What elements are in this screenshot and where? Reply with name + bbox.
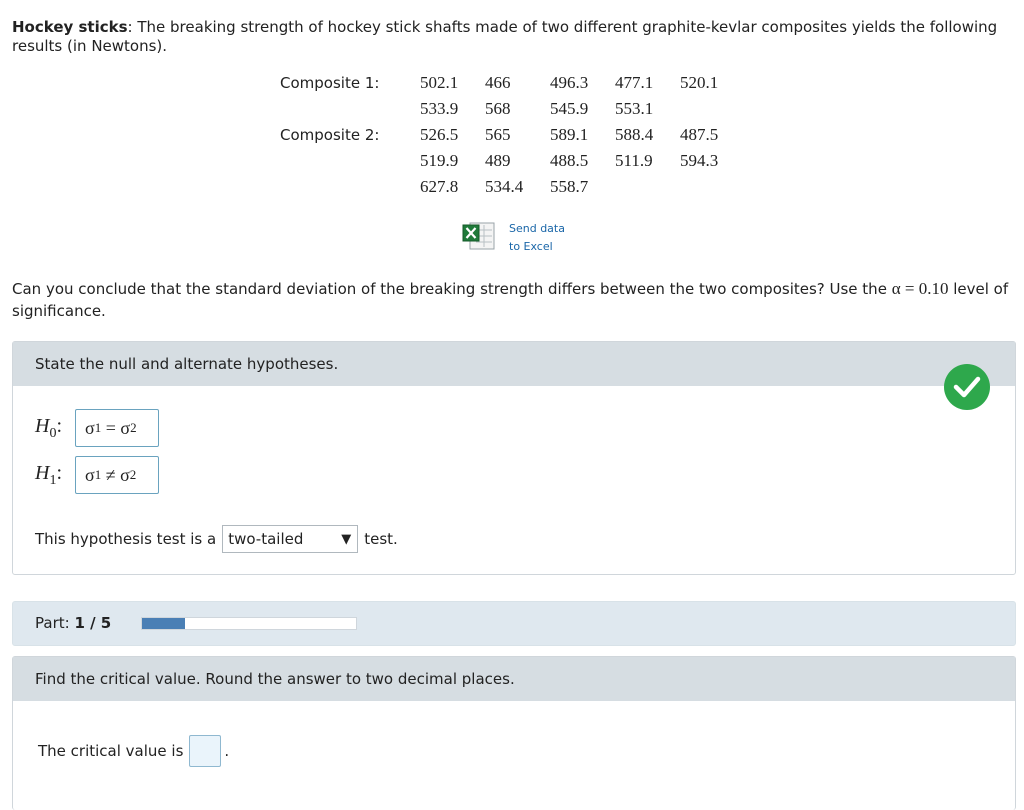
hypotheses-heading: State the null and alternate hypotheses.: [13, 342, 1015, 386]
table-cell: 487.5: [680, 125, 719, 144]
progress-bar: [141, 617, 357, 630]
part-count: 1 / 5: [74, 614, 112, 632]
test-type-select[interactable]: two-tailed ▼: [222, 525, 359, 553]
excel-link-line2[interactable]: to Excel: [509, 238, 565, 256]
table-cell: 511.9: [615, 151, 653, 170]
critical-value-heading: Find the critical value. Round the answe…: [13, 657, 1015, 701]
table-cell: 545.9: [550, 99, 589, 118]
table-cell: 466: [485, 73, 511, 92]
alpha-expression: α = 0.10: [891, 279, 949, 298]
table-cell: 496.3: [550, 73, 589, 92]
table-cell: 568: [485, 99, 511, 118]
table-cell: 627.8: [420, 177, 459, 196]
composite2-label: Composite 2:: [280, 126, 380, 144]
critical-value-period: .: [224, 742, 230, 760]
composite1-label: Composite 1:: [280, 74, 380, 92]
table-cell: 502.1: [420, 73, 459, 92]
test-type-suffix: test.: [364, 530, 398, 548]
table-cell: 558.7: [550, 177, 589, 196]
checkmark-icon: [944, 364, 990, 410]
table-cell: 520.1: [680, 73, 719, 92]
table-cell: 588.4: [615, 125, 654, 144]
send-to-excel[interactable]: Send data to Excel: [462, 220, 565, 256]
table-cell: [615, 174, 680, 200]
table-cell: 589.1: [550, 125, 589, 144]
table-row: 519.9 489 488.5 511.9 594.3: [280, 148, 745, 174]
excel-icon[interactable]: [462, 220, 496, 252]
table-cell: 489: [485, 151, 511, 170]
table-row: 533.9 568 545.9 553.1: [280, 96, 745, 122]
part-indicator: Part: 1 / 5: [35, 614, 111, 632]
hypotheses-panel: State the null and alternate hypotheses.…: [12, 341, 1016, 575]
table-row: 627.8 534.4 558.7: [280, 174, 745, 200]
table-cell: 534.4: [485, 177, 524, 196]
table-cell: 519.9: [420, 151, 459, 170]
table-cell: 477.1: [615, 73, 654, 92]
table-cell: [680, 96, 745, 122]
data-table: Composite 1: 502.1 466 496.3 477.1 520.1 533.9…: [280, 70, 745, 200]
critical-value-input[interactable]: [189, 735, 222, 767]
excel-link-line1[interactable]: Send data: [509, 220, 565, 238]
dropdown-triangle-icon[interactable]: ▼: [341, 532, 351, 547]
send-data-to-excel-link[interactable]: Send data to Excel: [509, 220, 565, 256]
question-text: Can you conclude that the standard devia…: [12, 278, 1016, 322]
null-hypothesis-label: H0:: [35, 414, 63, 441]
problem-statement: Hockey sticks: The breaking strength of …: [12, 18, 1016, 56]
table-row: Composite 1: 502.1 466 496.3 477.1 520.1: [280, 70, 745, 96]
test-type-prefix: This hypothesis test is a: [35, 530, 217, 548]
question-text-before: Can you conclude that the standard devia…: [12, 280, 892, 298]
test-type-sentence: This hypothesis test is a two-tailed ▼ t…: [35, 525, 398, 553]
critical-value-panel: Find the critical value. Round the answe…: [12, 656, 1016, 810]
alternate-hypothesis-label: H1:: [35, 461, 63, 488]
table-spacer-cell: [280, 96, 420, 122]
critical-value-prompt: The critical value is: [38, 742, 184, 760]
alternate-hypothesis-input[interactable]: σ1 ≠ σ2: [75, 456, 159, 494]
problem-title: Hockey sticks: [12, 18, 128, 36]
table-cell: 553.1: [615, 99, 654, 118]
table-cell: 533.9: [420, 99, 459, 118]
part-label: Part:: [35, 614, 75, 632]
null-hypothesis-input[interactable]: σ1 = σ2: [75, 409, 159, 447]
problem-intro: : The breaking strength of hockey stick …: [12, 18, 998, 55]
test-type-selected-value[interactable]: two-tailed: [228, 530, 303, 548]
table-cell: 594.3: [680, 151, 719, 170]
table-cell: 565: [485, 125, 511, 144]
table-spacer-cell: [280, 148, 420, 174]
table-cell: [680, 174, 745, 200]
critical-value-row: The critical value is .: [38, 735, 229, 767]
table-row: Composite 2: 526.5 565 589.1 588.4 487.5: [280, 122, 745, 148]
null-hypothesis-row: H0: σ1 = σ2: [35, 409, 159, 447]
part-progress-panel: Part: 1 / 5: [12, 601, 1016, 646]
alternate-hypothesis-row: H1: σ1 ≠ σ2: [35, 456, 159, 494]
progress-bar-fill: [142, 618, 185, 629]
table-spacer-cell: [280, 174, 420, 200]
table-cell: 526.5: [420, 125, 459, 144]
table-cell: 488.5: [550, 151, 589, 170]
